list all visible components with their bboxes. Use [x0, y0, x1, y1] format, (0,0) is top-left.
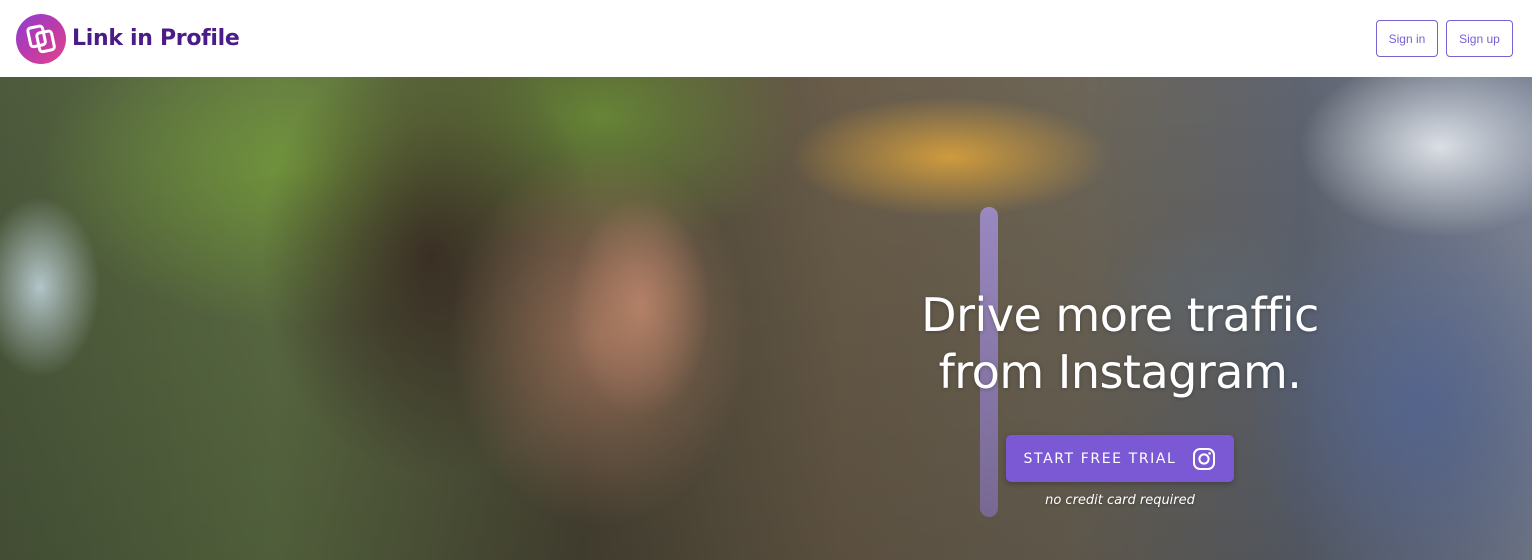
start-free-trial-button[interactable]: START FREE TRIAL [1006, 435, 1234, 482]
headline-line-2: from Instagram. [938, 345, 1302, 399]
hero-section: Drive more traffic from Instagram. START… [0, 77, 1532, 560]
cta-label: START FREE TRIAL [1023, 450, 1177, 467]
hero-headline: Drive more traffic from Instagram. [880, 287, 1360, 401]
sign-in-button[interactable]: Sign in [1376, 20, 1438, 57]
auth-nav: Sign in Sign up [1376, 20, 1513, 57]
headline-line-1: Drive more traffic [921, 288, 1319, 342]
link-in-profile-logo-icon [16, 13, 66, 64]
site-header: Link in Profile Sign in Sign up [0, 0, 1532, 77]
hero-content: Drive more traffic from Instagram. START… [880, 287, 1360, 508]
instagram-icon [1192, 447, 1216, 471]
brand-link[interactable]: Link in Profile [16, 13, 240, 64]
no-credit-card-note: no credit card required [1045, 493, 1195, 508]
brand-name: Link in Profile [72, 26, 240, 51]
sign-up-button[interactable]: Sign up [1446, 20, 1513, 57]
